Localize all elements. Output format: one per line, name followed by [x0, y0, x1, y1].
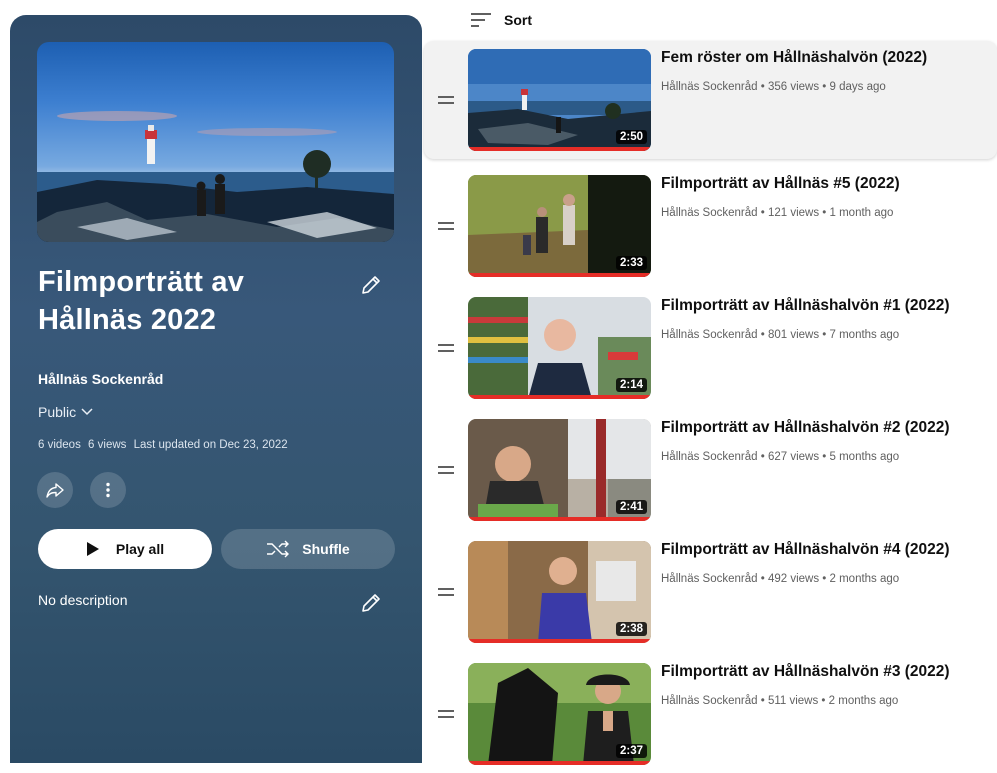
video-duration: 2:41 [615, 500, 647, 514]
drag-handle-icon[interactable] [438, 533, 456, 651]
playlist-video-row[interactable]: 2:37 Filmporträtt av Hållnäshalvön #3 (2… [424, 655, 997, 773]
pencil-icon[interactable] [359, 591, 383, 615]
sort-button[interactable]: Sort [470, 8, 532, 32]
play-all-label: Play all [115, 541, 165, 557]
thumbnail-image [37, 111, 394, 242]
watch-progress-bar [468, 517, 651, 521]
playlist-video-row[interactable]: 2:50 Fem röster om Hållnäshalvön (2022) … [424, 41, 997, 159]
drag-handle-icon[interactable] [438, 411, 456, 529]
playlist-stats: 6 videos 6 views Last updated on Dec 23,… [38, 439, 288, 451]
video-title[interactable]: Filmporträtt av Hållnäshalvön #3 (2022) [661, 663, 997, 681]
drag-handle-icon[interactable] [438, 289, 456, 407]
video-meta: Hållnäs Sockenråd • 627 views • 5 months… [661, 451, 900, 463]
video-meta: Hållnäs Sockenråd • 356 views • 9 days a… [661, 81, 886, 93]
watch-progress-bar [468, 147, 651, 151]
play-all-button[interactable]: Play all [38, 529, 212, 569]
video-duration: 2:50 [615, 130, 647, 144]
playlist-video-row[interactable]: 2:41 Filmporträtt av Hållnäshalvön #2 (2… [424, 411, 997, 529]
video-duration: 2:14 [615, 378, 647, 392]
video-thumbnail[interactable]: 2:41 [468, 419, 651, 521]
video-duration: 2:38 [615, 622, 647, 636]
playlist-title: Filmporträtt av Hållnäs 2022 [38, 266, 245, 336]
video-meta: Hållnäs Sockenråd • 121 views • 1 month … [661, 207, 894, 219]
playlist-video-row[interactable]: 2:14 Filmporträtt av Hållnäshalvön #1 (2… [424, 289, 997, 407]
playlist-description: No description [38, 592, 128, 608]
privacy-label: Public [38, 404, 77, 420]
video-thumbnail[interactable]: 2:37 [468, 663, 651, 765]
playlist-video-row[interactable]: 2:33 Filmporträtt av Hållnäs #5 (2022) H… [424, 167, 997, 285]
video-title[interactable]: Fem röster om Hållnäshalvön (2022) [661, 49, 997, 67]
last-updated: Last updated on Dec 23, 2022 [133, 439, 288, 451]
video-title[interactable]: Filmporträtt av Hållnäshalvön #2 (2022) [661, 419, 997, 437]
sort-label: Sort [504, 12, 532, 28]
more-actions-button[interactable] [90, 472, 126, 508]
play-icon [86, 542, 99, 556]
more-vert-icon [106, 482, 110, 498]
shuffle-button[interactable]: Shuffle [221, 529, 395, 569]
playlist-thumbnail[interactable] [37, 42, 394, 242]
shuffle-icon [267, 540, 290, 558]
watch-progress-bar [468, 761, 651, 765]
video-title[interactable]: Filmporträtt av Hållnäs #5 (2022) [661, 175, 997, 193]
video-meta: Hållnäs Sockenråd • 511 views • 2 months… [661, 695, 899, 707]
video-thumbnail[interactable]: 2:50 [468, 49, 651, 151]
share-button[interactable] [37, 472, 73, 508]
playlist-video-row[interactable]: 2:38 Filmporträtt av Hållnäshalvön #4 (2… [424, 533, 997, 651]
chevron-down-icon [81, 408, 93, 416]
video-thumbnail[interactable]: 2:38 [468, 541, 651, 643]
video-duration: 2:33 [615, 256, 647, 270]
drag-handle-icon[interactable] [438, 655, 456, 773]
playlist-header-panel: Filmporträtt av Hållnäs 2022 Hållnäs Soc… [10, 15, 422, 763]
video-meta: Hållnäs Sockenråd • 801 views • 7 months… [661, 329, 900, 341]
video-title[interactable]: Filmporträtt av Hållnäshalvön #4 (2022) [661, 541, 997, 559]
drag-handle-icon[interactable] [438, 41, 456, 159]
shuffle-label: Shuffle [302, 541, 350, 557]
video-count: 6 videos [38, 439, 81, 451]
watch-progress-bar [468, 395, 651, 399]
video-title[interactable]: Filmporträtt av Hållnäshalvön #1 (2022) [661, 297, 997, 315]
video-duration: 2:37 [615, 744, 647, 758]
sort-icon [471, 13, 491, 27]
video-thumbnail[interactable]: 2:14 [468, 297, 651, 399]
share-icon [46, 483, 64, 498]
pencil-icon[interactable] [359, 273, 383, 297]
channel-name[interactable]: Hållnäs Sockenråd [38, 371, 163, 387]
video-meta: Hållnäs Sockenråd • 492 views • 2 months… [661, 573, 900, 585]
drag-handle-icon[interactable] [438, 167, 456, 285]
privacy-dropdown[interactable]: Public [38, 404, 94, 420]
view-count: 6 views [88, 439, 127, 451]
video-thumbnail[interactable]: 2:33 [468, 175, 651, 277]
watch-progress-bar [468, 639, 651, 643]
watch-progress-bar [468, 273, 651, 277]
